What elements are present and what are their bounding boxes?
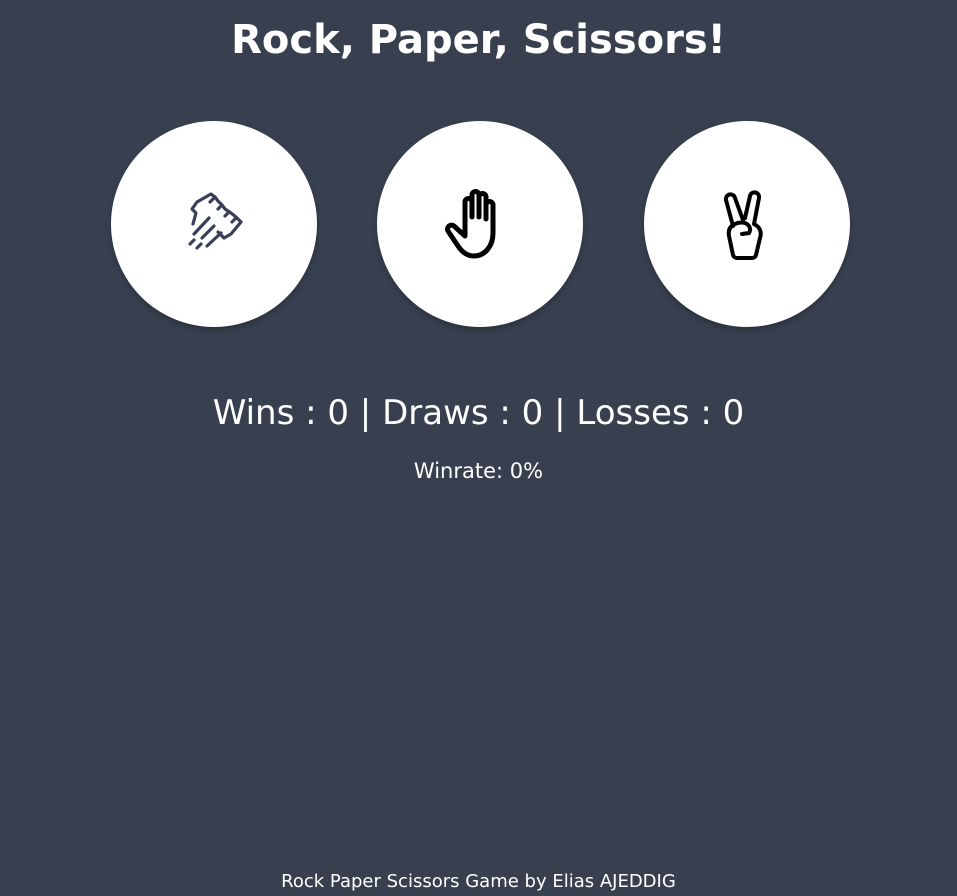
draws-count: 0 bbox=[521, 393, 544, 433]
score-display: Wins : 0 | Draws : 0 | Losses : 0 bbox=[0, 391, 957, 435]
paper-button[interactable] bbox=[377, 121, 583, 327]
rock-fist-icon bbox=[169, 179, 259, 269]
draws-label: | Draws : bbox=[349, 393, 522, 433]
footer-credit: Rock Paper Scissors Game by Elias AJEDDI… bbox=[281, 871, 676, 892]
winrate-display: Winrate: 0% bbox=[0, 457, 957, 485]
wins-label: Wins : bbox=[212, 393, 328, 433]
scissors-peace-icon bbox=[702, 179, 792, 269]
rock-button[interactable] bbox=[111, 121, 317, 327]
scissors-button[interactable] bbox=[644, 121, 850, 327]
losses-count: 0 bbox=[722, 393, 745, 433]
losses-label: | Losses : bbox=[543, 393, 723, 433]
winrate-value: 0% bbox=[509, 459, 544, 483]
wins-count: 0 bbox=[327, 393, 349, 433]
paper-hand-icon bbox=[435, 179, 525, 269]
game-page: Rock, Paper, Scissors! Wins: 0 | Draws … bbox=[0, 0, 957, 896]
page-title: Rock, Paper, Scissors! bbox=[231, 17, 726, 63]
winrate-label: Winrate: bbox=[413, 459, 510, 483]
